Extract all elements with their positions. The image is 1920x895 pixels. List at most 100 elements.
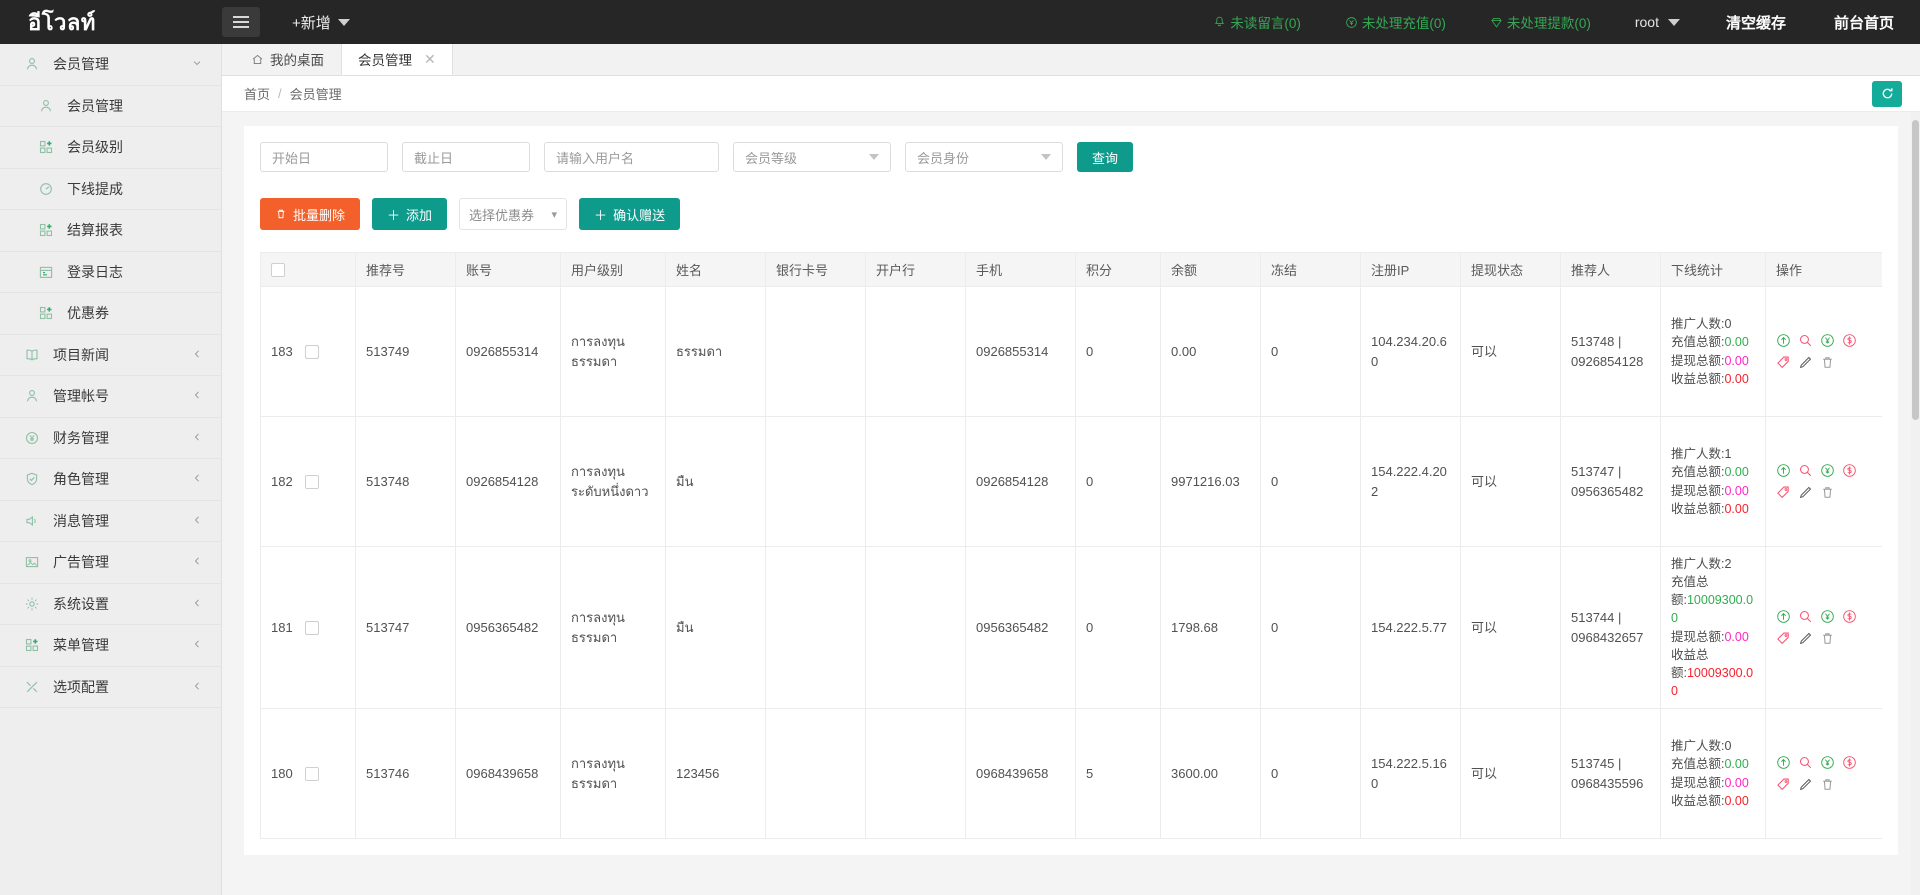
- delete-icon[interactable]: [1820, 485, 1835, 500]
- sidebar-item-15[interactable]: 选项配置: [0, 667, 221, 709]
- chevron-left-icon: [191, 431, 203, 445]
- edit-icon[interactable]: [1798, 355, 1813, 370]
- cell-withdraw-status: 可以: [1461, 709, 1561, 839]
- pending-recharge-stat[interactable]: 未处理充值(0): [1345, 12, 1446, 32]
- delete-icon: [275, 208, 287, 220]
- search-icon[interactable]: [1798, 463, 1813, 478]
- tab-member-management[interactable]: 会员管理 ✕: [341, 43, 453, 75]
- scrollbar-thumb[interactable]: [1912, 120, 1919, 420]
- row-id: 183: [271, 342, 293, 362]
- refresh-button[interactable]: [1872, 81, 1902, 107]
- up-circle-icon[interactable]: [1776, 609, 1791, 624]
- dollar-circle-icon[interactable]: [1842, 755, 1857, 770]
- edit-icon[interactable]: [1798, 777, 1813, 792]
- edit-icon[interactable]: [1798, 631, 1813, 646]
- up-circle-icon[interactable]: [1776, 755, 1791, 770]
- tag-icon[interactable]: [1776, 355, 1791, 370]
- coupon-select[interactable]: 选择优惠券 ▾: [459, 198, 567, 230]
- sidebar-item-13[interactable]: 系统设置: [0, 584, 221, 626]
- yen-circle-icon[interactable]: [1820, 755, 1835, 770]
- table-row[interactable]: 1815137470956365482การลงทุนธรรมดามืน0956…: [261, 547, 1883, 709]
- tag-icon[interactable]: [1776, 777, 1791, 792]
- coin-icon: [1345, 16, 1358, 29]
- sidebar-item-9[interactable]: 财务管理: [0, 418, 221, 460]
- content-scroll-area[interactable]: 开始日 截止日 请输入用户名 会员等级 会员身份 查询: [222, 112, 1920, 895]
- member-identity-select[interactable]: 会员身份: [905, 142, 1063, 172]
- dollar-circle-icon[interactable]: [1842, 463, 1857, 478]
- tag-icon[interactable]: [1776, 485, 1791, 500]
- sidebar-item-3[interactable]: 下线提成: [0, 169, 221, 211]
- sidebar-item-1[interactable]: 会员管理: [0, 86, 221, 128]
- delete-icon[interactable]: [1820, 777, 1835, 792]
- gear-icon: [22, 595, 42, 613]
- cell-frozen: 0: [1261, 287, 1361, 417]
- delete-icon[interactable]: [1820, 631, 1835, 646]
- dollar-circle-icon[interactable]: [1842, 609, 1857, 624]
- search-icon[interactable]: [1798, 333, 1813, 348]
- row-checkbox[interactable]: [305, 621, 319, 635]
- member-level-select[interactable]: 会员等级: [733, 142, 891, 172]
- row-checkbox[interactable]: [305, 475, 319, 489]
- tab-my-desktop[interactable]: 我的桌面: [234, 43, 341, 75]
- chevron-left-icon: [191, 597, 203, 611]
- sidebar-item-4[interactable]: 结算报表: [0, 210, 221, 252]
- search-icon[interactable]: [1798, 755, 1813, 770]
- edit-icon[interactable]: [1798, 485, 1813, 500]
- breadcrumb-root[interactable]: 首页: [244, 84, 270, 103]
- sidebar-item-11[interactable]: 消息管理: [0, 501, 221, 543]
- end-date-input[interactable]: 截止日: [402, 142, 530, 172]
- tab-member-management-label: 会员管理: [358, 49, 412, 69]
- close-icon[interactable]: ✕: [424, 51, 436, 68]
- cell-referrer: 513745 | 0968435596: [1561, 709, 1661, 839]
- sidebar-item-0[interactable]: 会员管理: [0, 44, 221, 86]
- row-checkbox[interactable]: [305, 345, 319, 359]
- table-row[interactable]: 1835137490926855314การลงทุนธรรมดาธรรมดา0…: [261, 287, 1883, 417]
- column-header-11: 注册IP: [1361, 253, 1461, 287]
- cell-operations: [1766, 709, 1883, 839]
- sidebar-item-6[interactable]: 优惠券: [0, 293, 221, 335]
- action-row: 批量删除 ＋ 添加 选择优惠券 ▾ ＋ 确认赠送: [260, 198, 1882, 230]
- add-new-button[interactable]: +新增: [292, 12, 350, 33]
- sidebar-item-12[interactable]: 广告管理: [0, 542, 221, 584]
- cell-operations: [1766, 547, 1883, 709]
- cell-points: 0: [1076, 417, 1161, 547]
- yen-circle-icon[interactable]: [1820, 333, 1835, 348]
- sidebar-item-5[interactable]: 登录日志: [0, 252, 221, 294]
- search-button[interactable]: 查询: [1077, 142, 1133, 172]
- up-circle-icon[interactable]: [1776, 333, 1791, 348]
- yen-circle-icon[interactable]: [1820, 609, 1835, 624]
- sidebar-item-8[interactable]: 管理帐号: [0, 376, 221, 418]
- select-all-checkbox[interactable]: [271, 263, 285, 277]
- chevron-down-icon: ▾: [552, 208, 558, 221]
- clear-cache-button[interactable]: 清空缓存: [1726, 12, 1786, 33]
- sidebar-item-14[interactable]: 菜单管理: [0, 625, 221, 667]
- dollar-circle-icon[interactable]: [1842, 333, 1857, 348]
- sidebar-item-10[interactable]: 角色管理: [0, 459, 221, 501]
- up-circle-icon[interactable]: [1776, 463, 1791, 478]
- row-checkbox[interactable]: [305, 767, 319, 781]
- batch-delete-button[interactable]: 批量删除: [260, 198, 360, 230]
- table-row[interactable]: 1805137460968439658การลงทุนธรรมดา1234560…: [261, 709, 1883, 839]
- table-row[interactable]: 1825137480926854128การลงทุนระดับหนึ่งดาว…: [261, 417, 1883, 547]
- sidebar-item-2[interactable]: 会员级别: [0, 127, 221, 169]
- tag-icon[interactable]: [1776, 631, 1791, 646]
- start-date-input[interactable]: 开始日: [260, 142, 388, 172]
- front-page-link[interactable]: 前台首页: [1834, 12, 1894, 33]
- delete-icon[interactable]: [1820, 355, 1835, 370]
- search-icon[interactable]: [1798, 609, 1813, 624]
- add-button[interactable]: ＋ 添加: [372, 198, 447, 230]
- vertical-scrollbar[interactable]: [1911, 112, 1920, 895]
- yen-circle-icon[interactable]: [1820, 463, 1835, 478]
- sidebar-item-label: 财务管理: [53, 428, 191, 448]
- confirm-gift-button[interactable]: ＋ 确认赠送: [579, 198, 680, 230]
- pending-withdraw-stat[interactable]: 未处理提款(0): [1490, 12, 1591, 32]
- wrench-icon: [22, 678, 42, 696]
- username-input[interactable]: 请输入用户名: [544, 142, 719, 172]
- user-menu[interactable]: root: [1635, 14, 1680, 30]
- hamburger-icon[interactable]: [222, 7, 260, 37]
- unread-messages-stat[interactable]: 未读留言(0): [1213, 12, 1301, 32]
- member-level-select-label: 会员等级: [745, 148, 797, 167]
- cell-downline-stats: 推广人数:1充值总额:0.00提现总额:0.00收益总额:0.00: [1661, 417, 1766, 547]
- sidebar-item-7[interactable]: 项目新闻: [0, 335, 221, 377]
- cell-referrer: 513747 | 0956365482: [1561, 417, 1661, 547]
